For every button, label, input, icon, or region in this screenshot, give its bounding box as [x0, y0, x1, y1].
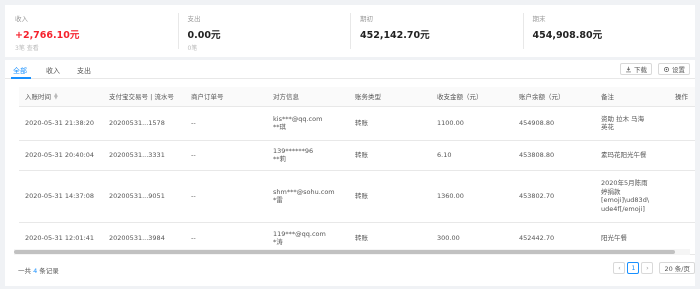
- cell-trade-no[interactable]: 20200531...3331: [103, 140, 185, 171]
- cell-amount: 1360.00: [431, 170, 513, 223]
- stat-value: 454,908.80元: [532, 30, 603, 41]
- stat-label: 收入: [15, 15, 28, 23]
- col-header-balance: 账户余额（元）: [513, 87, 595, 107]
- record-count: 一共 4 条记录: [18, 267, 59, 275]
- tab-income[interactable]: 收入: [46, 66, 60, 76]
- col-header-amount: 收支金额（元）: [431, 87, 513, 107]
- table-row: 2020-05-31 21:38:20 20200531...1578 -- k…: [19, 106, 695, 141]
- stat-label: 期初: [360, 15, 373, 23]
- cell-amount: 6.10: [431, 140, 513, 171]
- stat-value: 452,142.70元: [360, 30, 430, 41]
- cell-actions: [669, 140, 695, 171]
- cell-order-no: --: [185, 140, 267, 171]
- stat-sub: 0笔: [187, 45, 198, 52]
- stat-value: +2,766.10元: [15, 30, 80, 41]
- cell-trade-no[interactable]: 20200531...9051: [103, 170, 185, 223]
- prev-page-button[interactable]: ‹: [613, 262, 626, 274]
- cell-trade-no[interactable]: 20200531...1578: [103, 106, 185, 141]
- cell-counterparty: 139******96 **莉: [267, 140, 349, 171]
- horizontal-scrollbar[interactable]: [14, 249, 690, 255]
- table-header-row: 入账时间 ▲ ▼ 支付宝交易号 | 流水号 商户订单号 对方信息 账务类型 收支金额…: [19, 87, 695, 107]
- tab-bar: 全部 收入 支出 下载 设置: [5, 60, 695, 79]
- cell-order-no: --: [185, 170, 267, 223]
- cell-type: 转账: [349, 140, 431, 171]
- cell-time: 2020-05-31 20:40:04: [19, 140, 103, 171]
- pagination: ‹ 1 › 20 条/页: [611, 262, 695, 274]
- cell-counterparty: kis***@qq.com **琪: [267, 106, 349, 141]
- summary-bar: 收入 +2,766.10元 3笔 查看 支出 0.00元 0笔 期初 452,1…: [5, 5, 695, 57]
- table-row: 2020-05-31 14:37:08 20200531...9051 -- s…: [19, 170, 695, 223]
- cell-balance: 454908.80: [513, 106, 595, 141]
- col-header-trade-no: 支付宝交易号 | 流水号: [103, 87, 185, 107]
- table-row: 2020-05-31 20:40:04 20200531...3331 -- 1…: [19, 140, 695, 171]
- col-header-counterparty: 对方信息: [267, 87, 349, 107]
- settings-button[interactable]: 设置: [658, 63, 690, 75]
- download-label: 下载: [634, 66, 647, 74]
- cell-order-no: --: [185, 106, 267, 141]
- stat-closing: 期末 454,908.80元: [522, 5, 696, 57]
- stat-income: 收入 +2,766.10元 3笔 查看: [5, 5, 178, 57]
- cell-memo: 素玛花阳光午餐: [595, 140, 669, 171]
- cell-actions: [669, 106, 695, 141]
- gear-icon: [664, 66, 669, 72]
- stat-opening: 期初 452,142.70元: [350, 5, 523, 57]
- cell-memo: 2020年5月陈雨 婷捐款 [emoji]\ud83d\ ude4f[/emoj…: [595, 170, 669, 223]
- stat-label: 支出: [187, 15, 201, 23]
- tab-expense[interactable]: 支出: [77, 66, 91, 76]
- download-button[interactable]: 下载: [620, 63, 652, 75]
- page-size-select[interactable]: 20 条/页: [659, 262, 695, 274]
- page-1-button[interactable]: 1: [627, 262, 640, 274]
- tab-all[interactable]: 全部: [13, 66, 27, 76]
- records-table: 入账时间 ▲ ▼ 支付宝交易号 | 流水号 商户订单号 对方信息 账务类型 收支金额…: [19, 87, 695, 255]
- stat-sub[interactable]: 3笔 查看: [15, 43, 39, 52]
- col-header-order-no: 商户订单号: [185, 87, 267, 107]
- stat-value: 0.00元: [187, 30, 221, 41]
- cell-balance: 453808.80: [513, 140, 595, 171]
- col-header-type: 账务类型: [349, 87, 431, 107]
- next-page-button[interactable]: ›: [641, 262, 654, 274]
- stat-label: 期末: [532, 15, 546, 23]
- cell-balance: 453802.70: [513, 170, 595, 223]
- col-header-time[interactable]: 入账时间 ▲ ▼: [19, 87, 103, 107]
- col-header-memo: 备注: [595, 87, 669, 107]
- scrollbar-thumb[interactable]: [14, 250, 675, 254]
- cell-time: 2020-05-31 14:37:08: [19, 170, 103, 223]
- cell-type: 转账: [349, 170, 431, 223]
- cell-actions: [669, 170, 695, 223]
- sort-icon[interactable]: ▲ ▼: [54, 93, 58, 101]
- cell-type: 转账: [349, 106, 431, 141]
- tab-active-indicator: [11, 77, 31, 79]
- download-icon: [626, 66, 631, 72]
- cell-memo: 资助 拉木 马海 英花: [595, 106, 669, 141]
- stat-expense: 支出 0.00元 0笔: [177, 5, 351, 57]
- cell-counterparty: shm***@sohu.com *雷: [267, 170, 349, 223]
- col-header-actions: 操作: [669, 87, 695, 107]
- cell-amount: 1100.00: [431, 106, 513, 141]
- settings-label: 设置: [672, 66, 685, 74]
- cell-time: 2020-05-31 21:38:20: [19, 106, 103, 141]
